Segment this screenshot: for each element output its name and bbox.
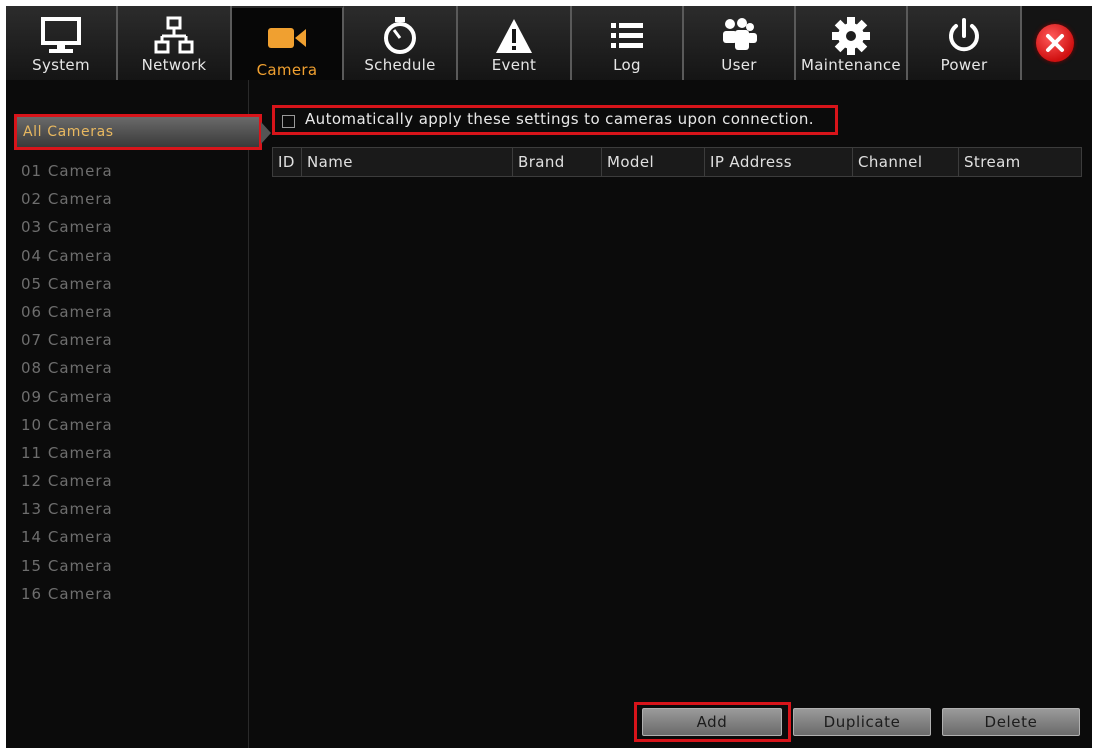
power-icon (908, 16, 1020, 56)
tab-power-label: Power (940, 56, 988, 74)
tab-camera-label: Camera (256, 61, 318, 79)
tab-event[interactable]: Event (458, 6, 572, 80)
column-header-stream[interactable]: Stream (959, 148, 1081, 176)
tab-event-label: Event (491, 56, 537, 74)
sidebar-item-camera[interactable]: 07 Camera (21, 328, 113, 356)
monitor-icon (6, 16, 116, 56)
tab-network[interactable]: Network (118, 6, 232, 80)
tab-maintenance[interactable]: Maintenance (796, 6, 908, 80)
tab-maintenance-label: Maintenance (801, 56, 901, 74)
column-header-id[interactable]: ID (273, 148, 302, 176)
sidebar-item-camera[interactable]: 08 Camera (21, 356, 113, 384)
camera-icon (232, 18, 342, 58)
sidebar-item-camera[interactable]: 16 Camera (21, 582, 113, 610)
sidebar-item-camera[interactable]: 03 Camera (21, 215, 113, 243)
column-header-model[interactable]: Model (602, 148, 705, 176)
column-header-channel[interactable]: Channel (853, 148, 959, 176)
camera-sidebar: 01 Camera 02 Camera 03 Camera 04 Camera 05 C… (6, 80, 249, 748)
list-icon (572, 16, 682, 56)
sidebar-item-camera[interactable]: 13 Camera (21, 497, 113, 525)
camera-settings-window: System Network Camera Schedule Event Log… (6, 6, 1092, 748)
stopwatch-icon (344, 16, 456, 56)
auto-apply-checkbox[interactable] (282, 115, 295, 128)
camera-table-header: ID Name Brand Model IP Address Channel S… (272, 147, 1082, 177)
tab-network-label: Network (141, 56, 207, 74)
tab-power[interactable]: Power (908, 6, 1022, 80)
auto-apply-option[interactable]: Automatically apply these settings to ca… (272, 105, 838, 135)
sidebar-item-camera[interactable]: 04 Camera (21, 244, 113, 272)
tab-schedule-label: Schedule (364, 56, 436, 74)
tab-user-label: User (721, 56, 757, 74)
close-icon (1046, 34, 1064, 52)
top-toolbar: System Network Camera Schedule Event Log… (6, 6, 1092, 80)
tab-user[interactable]: User (684, 6, 796, 80)
sidebar-item-camera[interactable]: 12 Camera (21, 469, 113, 497)
sidebar-item-camera[interactable]: 10 Camera (21, 413, 113, 441)
sidebar-item-all-cameras[interactable]: All Cameras (14, 114, 271, 150)
sidebar-item-camera[interactable]: 14 Camera (21, 525, 113, 553)
duplicate-button[interactable]: Duplicate (793, 708, 931, 736)
tab-system[interactable]: System (6, 6, 118, 80)
gear-icon (796, 16, 906, 56)
tab-log[interactable]: Log (572, 6, 684, 80)
sidebar-item-camera[interactable]: 15 Camera (21, 554, 113, 582)
sidebar-item-camera[interactable]: 02 Camera (21, 187, 113, 215)
sidebar-item-camera[interactable]: 05 Camera (21, 272, 113, 300)
network-icon (118, 16, 230, 56)
sidebar-item-camera[interactable]: 06 Camera (21, 300, 113, 328)
column-header-brand[interactable]: Brand (513, 148, 602, 176)
auto-apply-label: Automatically apply these settings to ca… (305, 110, 814, 128)
add-button[interactable]: Add (642, 708, 782, 736)
delete-button[interactable]: Delete (942, 708, 1080, 736)
tab-schedule[interactable]: Schedule (344, 6, 458, 80)
tab-log-label: Log (613, 56, 641, 74)
tab-system-label: System (32, 56, 90, 74)
close-button[interactable] (1036, 24, 1074, 62)
sidebar-item-camera[interactable]: 11 Camera (21, 441, 113, 469)
sidebar-item-camera[interactable]: 09 Camera (21, 385, 113, 413)
camera-list: 01 Camera 02 Camera 03 Camera 04 Camera 05 C… (21, 159, 113, 610)
sidebar-item-camera[interactable]: 01 Camera (21, 159, 113, 187)
warning-icon (458, 16, 570, 56)
column-header-name[interactable]: Name (302, 148, 513, 176)
tab-camera[interactable]: Camera (232, 6, 344, 80)
column-header-ip-address[interactable]: IP Address (705, 148, 853, 176)
users-icon (684, 16, 794, 56)
